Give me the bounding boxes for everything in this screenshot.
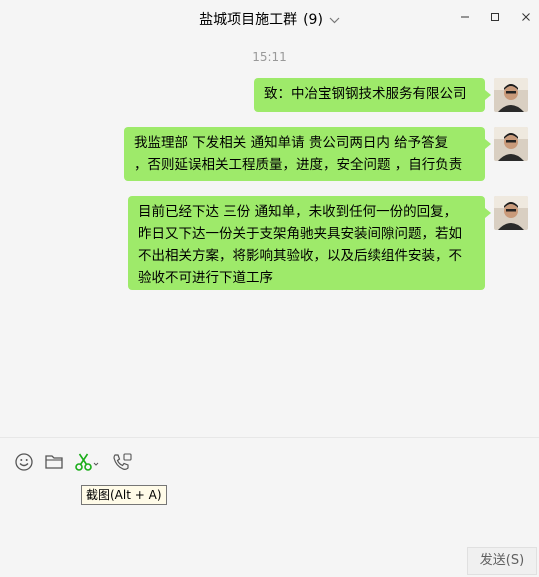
close-button[interactable] xyxy=(516,8,536,26)
folder-icon[interactable] xyxy=(43,452,65,472)
message-timestamp: 15:11 xyxy=(252,50,287,64)
message-bubble[interactable]: 我监理部 下发相关 通知单请 贵公司两日内 给予答复 ，否则延误相关工程质量，进… xyxy=(124,127,491,181)
minimize-button[interactable] xyxy=(455,8,475,26)
maximize-button[interactable] xyxy=(485,8,505,26)
input-divider xyxy=(0,437,539,438)
call-icon[interactable] xyxy=(110,452,134,472)
emoji-icon[interactable] xyxy=(13,452,35,472)
member-count: (9) xyxy=(303,12,323,28)
message-bubble[interactable]: 目前已经下达 三份 通知单，未收到任何一份的回复， 昨日又下达一份关于支架角驰夹… xyxy=(128,196,491,290)
message-bubble[interactable]: 致：中冶宝钢钢技术服务有限公司 xyxy=(254,78,491,112)
send-button[interactable]: 发送(S) xyxy=(467,547,537,575)
group-name: 盐城项目施工群 xyxy=(199,12,298,28)
avatar[interactable] xyxy=(494,196,528,230)
screenshot-tooltip: 截图(Alt + A) xyxy=(81,485,167,505)
title-bar: 盐城项目施工群 (9) xyxy=(0,0,539,38)
avatar[interactable] xyxy=(494,127,528,161)
scissors-icon[interactable] xyxy=(74,452,102,472)
chevron-down-icon[interactable] xyxy=(329,12,340,28)
avatar[interactable] xyxy=(494,78,528,112)
